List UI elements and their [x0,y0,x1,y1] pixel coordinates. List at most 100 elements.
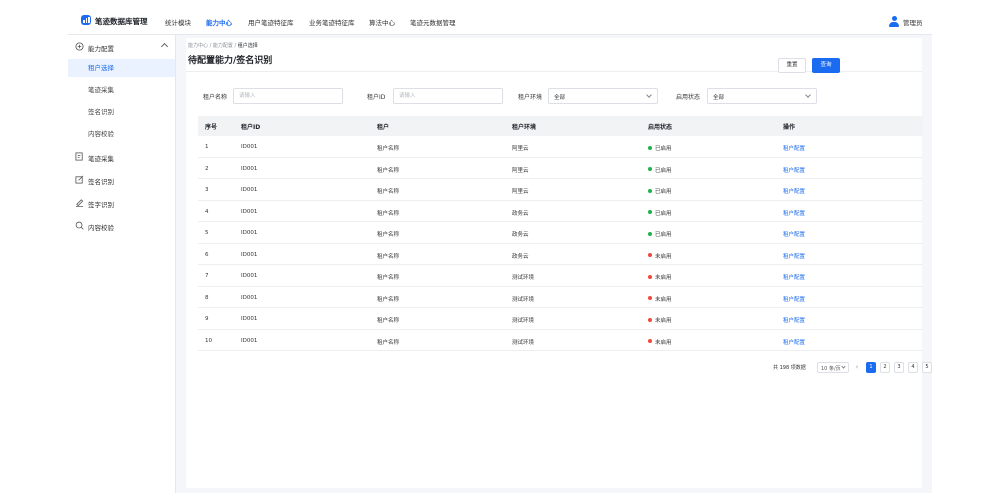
nav-item-capability-center[interactable]: 能力中心 [206,17,232,27]
tenant-config-link[interactable]: 租户配置 [783,209,805,217]
cell-tenant-id: ID001 [241,165,258,172]
table-row: 1 ID001 租户名称 阿里云 已启用 租户配置 [198,136,923,158]
chevron-down-icon [805,92,811,98]
sidebar-subitem-signature-recognition[interactable]: 签名识别 [68,103,175,121]
cell-no: 5 [205,230,209,236]
prev-page-icon[interactable]: ‹ [852,362,862,373]
page-button-5[interactable]: 5 [922,362,932,373]
page-button-4[interactable]: 4 [908,362,918,373]
cell-tenant-name: 租户名称 [377,253,400,260]
tenant-config-link[interactable]: 租户配置 [783,187,805,195]
cell-tenant-id: ID001 [241,337,258,344]
table-row: 6 ID001 租户名称 政务云 未启用 租户配置 [198,244,923,265]
search-icon [75,221,84,230]
app-window: 笔迹数据库管理 统计模块 能力中心 用户笔迹特征库 业务笔迹特征库 算法中心 笔… [68,7,932,493]
sidebar-item-sign-recognition[interactable]: 签字识别 [68,194,175,212]
page-button-1[interactable]: 1 [866,362,876,373]
query-button[interactable]: 查询 [812,58,840,73]
cell-no: 7 [205,273,209,279]
nav-item-algorithm-center[interactable]: 算法中心 [369,17,395,27]
table-row: 4 ID001 租户名称 政务云 已启用 租户配置 [198,201,923,222]
breadcrumb-root[interactable]: 能力中心 [188,43,208,49]
table-row: 8 ID001 租户名称 测试环境 未启用 租户配置 [198,287,923,308]
cell-tenant-id: ID001 [241,208,258,215]
sidebar-item-content-verify[interactable]: 内容校验 [68,217,175,235]
app-logo-icon [81,15,91,25]
cell-env: 测试环境 [512,318,535,324]
page-button-2[interactable]: 2 [880,362,890,373]
nav-item-stats[interactable]: 统计模块 [165,17,191,27]
sidebar-subitem-handwriting-collect[interactable]: 笔迹采集 [68,81,175,99]
cell-tenant-name: 租户名称 [377,296,400,303]
cell-env: 阿里云 [512,167,529,174]
breadcrumb-parent[interactable]: 能力配置 [213,43,233,49]
tenant-env-select[interactable]: 全部 [548,88,658,104]
reset-button[interactable]: 重置 [778,58,806,73]
nav-item-metadata-management[interactable]: 笔迹元数据管理 [410,17,456,27]
breadcrumb: 能力中心 / 能力配置 / 租户选择 [188,42,258,49]
cell-status: 未启用 [648,316,672,324]
table-header: 序号 租户ID 租户 租户环境 启用状态 操作 [198,116,923,136]
tenant-config-link[interactable]: 租户配置 [783,273,805,281]
cell-env: 测试环境 [512,296,535,303]
tenant-config-link[interactable]: 租户配置 [783,166,805,174]
page-button-3[interactable]: 3 [894,362,904,373]
column-header-tenant-id: 租户ID [241,124,261,131]
cell-no: 1 [205,144,209,150]
sidebar-item-handwriting-collect[interactable]: 笔迹采集 [68,148,175,166]
pagination-total: 共 198 项数据 [773,365,806,371]
cell-env: 阿里云 [512,189,529,195]
chevron-up-icon[interactable] [160,42,169,51]
sidebar-item-signature-recognition[interactable]: 签名识别 [68,171,175,189]
sidebar-group-capability-config[interactable]: 能力配置 [68,38,175,56]
user-avatar-icon[interactable] [889,16,899,27]
table-row: 5 ID001 租户名称 政务云 已启用 租户配置 [198,222,923,244]
cell-status: 未启用 [648,338,672,346]
tenant-config-link[interactable]: 租户配置 [783,338,805,346]
enable-status-value: 全部 [713,95,725,101]
column-header-no: 序号 [205,124,218,131]
cell-tenant-name: 租户名称 [377,339,400,346]
tenant-config-link[interactable]: 租户配置 [783,252,805,260]
user-name[interactable]: 管理员 [903,17,923,27]
status-dot-icon [648,339,652,343]
nav-item-user-handwriting-lib[interactable]: 用户笔迹特征库 [248,17,294,27]
document-edit-icon [75,152,83,161]
status-text: 未启用 [655,296,672,303]
status-text: 已启用 [655,146,672,152]
cell-no: 2 [205,165,209,172]
nav-item-business-handwriting-lib[interactable]: 业务笔迹特征库 [309,17,355,27]
chevron-down-icon [841,364,846,369]
enable-status-select[interactable]: 全部 [707,88,817,104]
cell-no: 9 [205,316,209,322]
tenant-config-link[interactable]: 租户配置 [783,144,805,152]
cell-env: 测试环境 [512,339,535,346]
tenant-config-link[interactable]: 租户配置 [783,230,805,238]
status-text: 已启用 [655,167,672,174]
page-size-select[interactable]: 10 条/页 [817,362,849,373]
cell-status: 已启用 [648,209,672,217]
status-text: 未启用 [655,253,672,260]
cell-env: 政务云 [512,232,529,238]
sidebar-group-label: 能力配置 [88,45,114,53]
tenant-config-link[interactable]: 租户配置 [783,316,805,324]
add-circle-icon [75,42,84,51]
tenant-name-input[interactable] [233,88,343,104]
sidebar-item-label: 签名识别 [88,178,114,186]
sidebar-subitem-tenant-select[interactable]: 租户选择 [68,59,175,77]
cell-status: 已启用 [648,166,672,174]
cell-tenant-id: ID001 [241,316,258,322]
cell-no: 4 [205,208,209,215]
status-text: 未启用 [655,339,672,346]
cell-status: 已启用 [648,187,672,195]
cell-tenant-id: ID001 [241,294,258,301]
status-text: 未启用 [655,275,672,281]
status-text: 已启用 [655,232,672,238]
cell-tenant-name: 租户名称 [377,318,400,324]
tenant-id-input[interactable] [393,88,503,104]
tenant-config-link[interactable]: 租户配置 [783,295,805,303]
cell-status: 已启用 [648,230,672,238]
table-row: 10 ID001 租户名称 测试环境 未启用 租户配置 [198,330,923,351]
sidebar-subitem-content-verify[interactable]: 内容校验 [68,125,175,143]
sidebar-item-label: 内容校验 [88,224,114,232]
